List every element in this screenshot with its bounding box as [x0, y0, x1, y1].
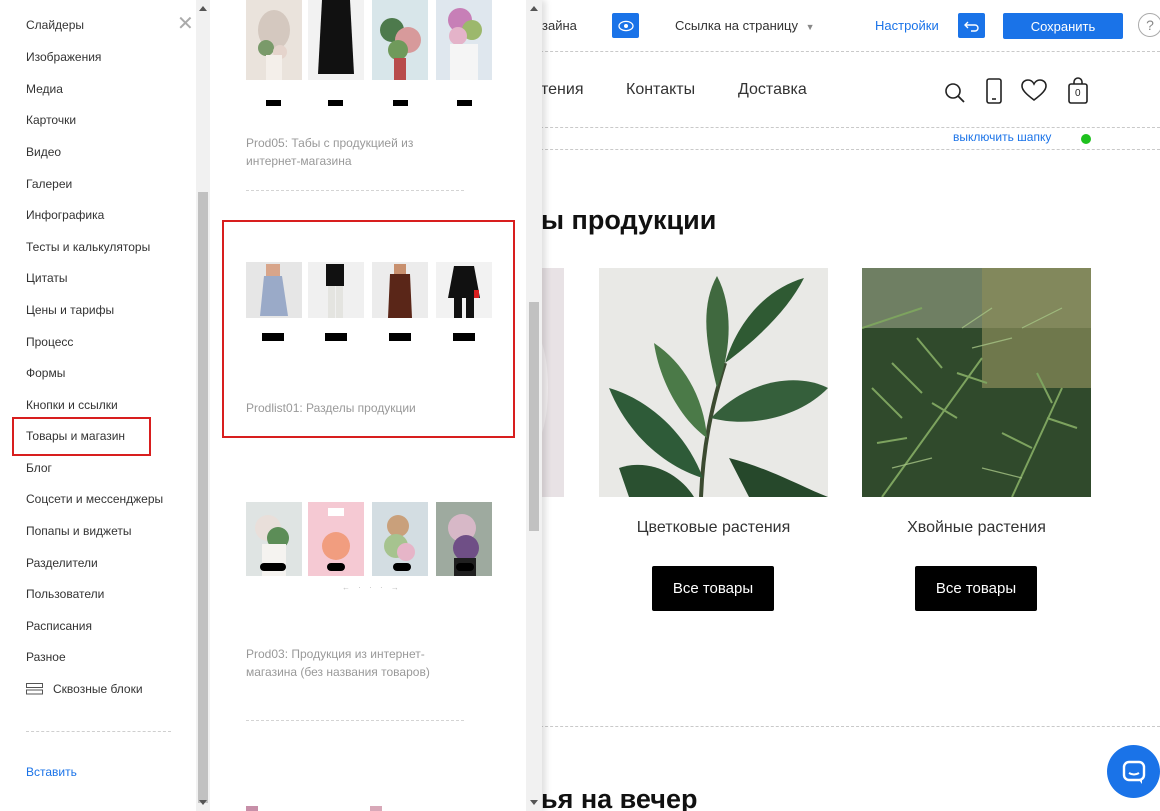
- sidebar-item-tests[interactable]: Тесты и калькуляторы: [26, 240, 150, 254]
- nav-item-contacts[interactable]: Контакты: [626, 81, 695, 99]
- global-blocks-label: Сквозные блоки: [53, 682, 143, 696]
- scroll-down-arrow-icon[interactable]: [199, 800, 207, 805]
- sidebar-item-cards[interactable]: Карточки: [26, 113, 76, 127]
- block-caption-prodlist01: Prodlist01: Разделы продукции: [246, 401, 416, 415]
- undo-icon: [963, 21, 979, 32]
- sidebar-item-infographics[interactable]: Инфографика: [26, 208, 104, 222]
- mini-buy-button: [453, 333, 475, 341]
- thumb-image: [246, 0, 302, 80]
- sidebar-item-galleries[interactable]: Галереи: [26, 177, 72, 191]
- sidebar-scrollbar-thumb[interactable]: [198, 192, 208, 803]
- all-products-button-conifer[interactable]: Все товары: [915, 566, 1037, 611]
- section-title-evening: ья на вечер: [541, 784, 698, 811]
- sidebar-item-forms[interactable]: Формы: [26, 366, 65, 380]
- editor-toolbar: зайна Ссылка на страницу ▼ Настройки Сох…: [520, 0, 1160, 52]
- catalog-scrollbar-thumb[interactable]: [529, 302, 539, 531]
- page-link-label: Ссылка на страницу: [675, 18, 798, 33]
- thumb-image: [372, 262, 428, 318]
- header-status-indicator[interactable]: [1081, 134, 1091, 144]
- sidebar-item-video[interactable]: Видео: [26, 145, 61, 159]
- mini-buy-button: [457, 100, 472, 106]
- all-products-button-flowering[interactable]: Все товары: [652, 566, 774, 611]
- block-caption-prod03: Prod03: Продукция из интернет-магазина (…: [246, 647, 430, 679]
- product-image-flowering[interactable]: [599, 268, 828, 497]
- help-icon: ?: [1146, 17, 1154, 33]
- thumb-image: [370, 802, 382, 811]
- mini-buy-button: [260, 563, 286, 571]
- sidebar-item-images[interactable]: Изображения: [26, 50, 101, 64]
- block-catalog-panel: Prod05: Табы с продукцией из интернет-ма…: [210, 0, 542, 811]
- sidebar-item-prices[interactable]: Цены и тарифы: [26, 303, 114, 317]
- block-separator: [246, 190, 464, 191]
- sidebar-item-global-blocks[interactable]: Сквозные блоки: [26, 682, 143, 696]
- site-canvas: зайна Ссылка на страницу ▼ Настройки Сох…: [520, 0, 1160, 811]
- section-title-products: ы продукции: [541, 205, 717, 235]
- thumb-image: [308, 262, 364, 318]
- mini-buy-button: [393, 100, 408, 106]
- card-title-conifer: Хвойные растения: [907, 519, 1046, 536]
- heart-icon[interactable]: [1020, 76, 1048, 106]
- nav-item-partial[interactable]: тения: [541, 81, 583, 99]
- help-button[interactable]: ?: [1138, 13, 1160, 37]
- page-link-dropdown[interactable]: Ссылка на страницу ▼: [675, 18, 815, 33]
- design-mode-label[interactable]: зайна: [542, 18, 577, 33]
- preview-button[interactable]: [612, 13, 639, 38]
- mini-buy-button: [327, 563, 345, 571]
- header-toggle-bar: [520, 127, 1160, 150]
- thumb-image: [246, 262, 302, 318]
- layers-icon: [26, 683, 43, 695]
- chat-icon: [1122, 760, 1145, 784]
- thumb-image: [372, 0, 428, 80]
- scroll-down-arrow-icon[interactable]: [530, 800, 538, 805]
- settings-link[interactable]: Настройки: [875, 18, 939, 33]
- mini-buy-button: [389, 333, 411, 341]
- sidebar-item-media[interactable]: Медиа: [26, 82, 63, 96]
- sidebar-item-social[interactable]: Соцсети и мессенджеры: [26, 492, 163, 506]
- sidebar-item-dividers[interactable]: Разделители: [26, 556, 98, 570]
- close-icon[interactable]: ✕: [177, 14, 194, 34]
- block-separator: [246, 720, 464, 721]
- block-categories-sidebar: ✕ Слайдеры Изображения Медиа Карточки Ви…: [0, 0, 210, 811]
- mini-buy-button: [456, 563, 474, 571]
- mini-buy-button: [262, 333, 284, 341]
- sidebar-item-buttons[interactable]: Кнопки и ссылки: [26, 398, 118, 412]
- chat-widget-button[interactable]: [1107, 745, 1160, 798]
- section-divider: [520, 726, 1160, 727]
- carousel-pagination: ← · · · →: [342, 583, 402, 592]
- mobile-phone-icon[interactable]: [984, 76, 1004, 106]
- card-title-flowering: Цветковые растения: [636, 519, 791, 536]
- mini-buy-button: [325, 333, 347, 341]
- save-button[interactable]: Сохранить: [1003, 13, 1123, 39]
- sidebar-item-blog[interactable]: Блог: [26, 461, 52, 475]
- chevron-down-icon: ▼: [805, 22, 815, 32]
- sidebar-separator: [26, 731, 171, 732]
- thumb-image: [246, 802, 258, 811]
- insert-link[interactable]: Вставить: [26, 765, 77, 779]
- search-icon[interactable]: [944, 76, 966, 106]
- undo-button[interactable]: [958, 13, 985, 38]
- eye-icon: [617, 20, 634, 31]
- sidebar-item-schedules[interactable]: Расписания: [26, 619, 92, 633]
- mini-buy-button: [393, 563, 411, 571]
- thumb-image: [436, 0, 492, 80]
- block-caption-prod05: Prod05: Табы с продукцией из интернет-ма…: [246, 136, 414, 168]
- mini-buy-button: [328, 100, 343, 106]
- cart-count: 0: [1075, 88, 1081, 99]
- sidebar-item-sliders[interactable]: Слайдеры: [26, 18, 84, 32]
- sidebar-item-popups[interactable]: Попапы и виджеты: [26, 524, 131, 538]
- scroll-up-arrow-icon[interactable]: [199, 6, 207, 11]
- sidebar-item-shop[interactable]: Товары и магазин: [26, 429, 125, 443]
- sidebar-item-misc[interactable]: Разное: [26, 650, 66, 664]
- thumb-image: [308, 0, 364, 80]
- sidebar-item-users[interactable]: Пользователи: [26, 587, 104, 601]
- nav-item-delivery[interactable]: Доставка: [738, 81, 807, 99]
- mini-buy-button: [266, 100, 281, 106]
- sidebar-item-quotes[interactable]: Цитаты: [26, 271, 67, 285]
- sidebar-item-process[interactable]: Процесс: [26, 335, 73, 349]
- scroll-up-arrow-icon[interactable]: [530, 6, 538, 11]
- thumb-image: [436, 262, 492, 318]
- hide-header-link[interactable]: выключить шапку: [953, 130, 1051, 144]
- product-image-conifer[interactable]: [862, 268, 1091, 497]
